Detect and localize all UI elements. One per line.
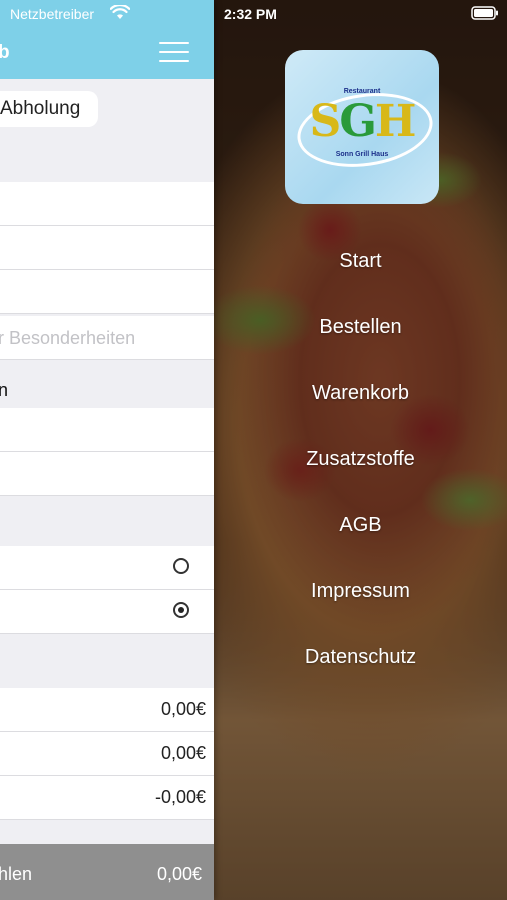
logo-letter-1: S [309, 96, 342, 147]
checkout-total: 0,00€ [156, 864, 202, 884]
form-field-1[interactable] [0, 182, 214, 226]
radio-button-selected[interactable] [173, 602, 189, 618]
form-field-4[interactable] [0, 408, 214, 452]
hamburger-menu-icon[interactable] [159, 40, 189, 64]
checkout-button[interactable]: hlen 0,00€ [0, 844, 214, 900]
clock: 2:32 PM [224, 6, 277, 22]
form-field-5[interactable] [0, 452, 214, 496]
summary-value-3: -0,00€ [154, 787, 206, 807]
summary-value-2: 0,00€ [160, 743, 206, 763]
menu-item-agb[interactable]: AGB [214, 492, 507, 558]
summary-row-2: 0,00€ [0, 732, 214, 776]
summary-row-3: -0,00€ [0, 776, 214, 820]
pickup-option-chip[interactable]: Abholung [0, 91, 99, 127]
logo-letter-2: G [339, 96, 377, 147]
radio-button-unselected[interactable] [173, 558, 189, 574]
option-row-1[interactable] [0, 546, 214, 590]
carrier-label: Netzbetreiber [10, 6, 95, 22]
battery-icon [471, 6, 498, 20]
wifi-icon [110, 5, 130, 19]
summary-row-1: 0,00€ [0, 688, 214, 732]
restaurant-logo: Restaurant SGH Sonn Grill Haus [285, 50, 439, 204]
menu-item-datenschutz[interactable]: Datenschutz [214, 624, 507, 690]
logo-main-text: SGH [285, 96, 439, 147]
status-bar: Netzbetreiber 2:32 PM [0, 0, 507, 28]
summary-value-1: 0,00€ [160, 699, 206, 719]
option-row-2[interactable] [0, 590, 214, 634]
form-field-2[interactable] [0, 226, 214, 270]
notes-field[interactable]: r Besonderheiten [0, 316, 214, 360]
logo-small-text: Restaurant [343, 88, 381, 95]
form-field-3[interactable] [0, 270, 214, 314]
menu-item-zusatzstoffe[interactable]: Zusatzstoffe [214, 426, 507, 492]
basket-screen: b Abholung r Besonderheiten n 0,00€ 0,00… [0, 0, 214, 900]
menu-item-warenkorb[interactable]: Warenkorb [214, 360, 507, 426]
checkout-label: hlen [0, 864, 33, 884]
menu-item-bestellen[interactable]: Bestellen [214, 294, 507, 360]
logo-sub-text: Sonn Grill Haus [335, 151, 389, 158]
section-label: n [0, 380, 9, 400]
page-title: b [0, 42, 10, 63]
menu-item-start[interactable]: Start [214, 228, 507, 294]
menu-item-impressum[interactable]: Impressum [214, 558, 507, 624]
logo-letter-3: H [374, 96, 417, 147]
notes-placeholder: r Besonderheiten [0, 328, 136, 348]
drawer-menu: Start Bestellen Warenkorb Zusatzstoffe A… [214, 228, 507, 690]
